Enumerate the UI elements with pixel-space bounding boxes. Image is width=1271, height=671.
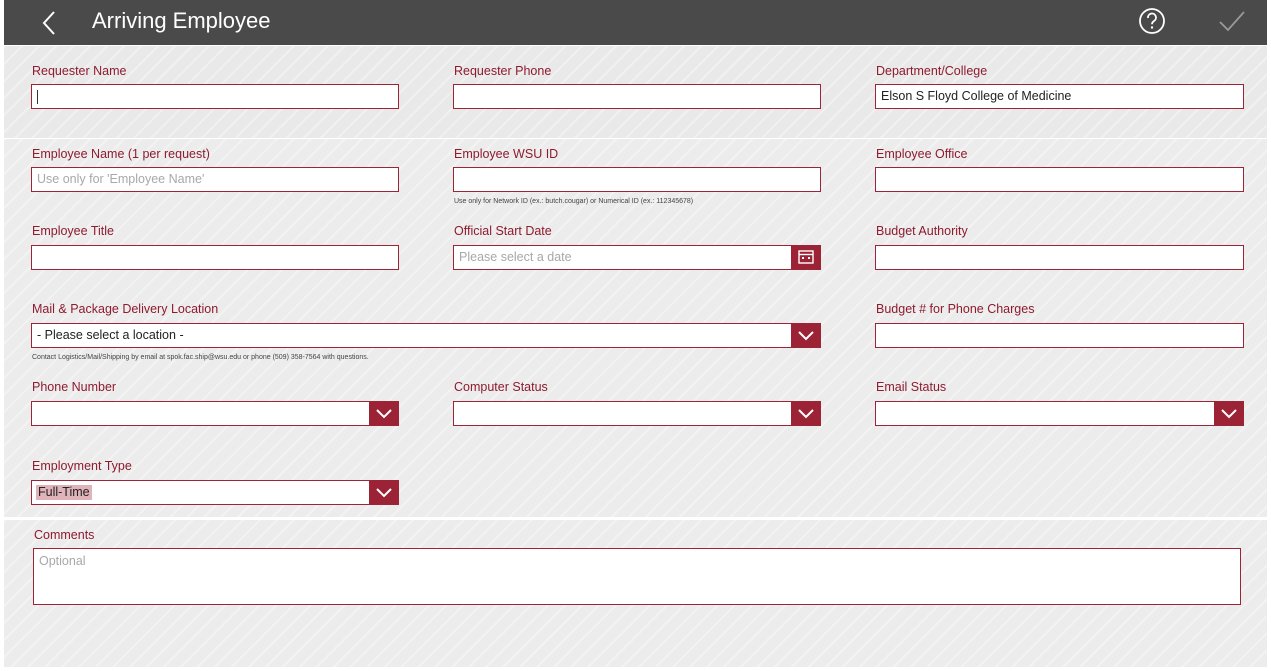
email-status-label: Email Status [876, 380, 947, 394]
calendar-icon [798, 250, 814, 264]
back-button[interactable] [34, 6, 68, 40]
employee-office-input[interactable] [875, 167, 1244, 192]
email-status-dropdown[interactable] [875, 401, 1244, 426]
requester-phone-input[interactable] [453, 84, 821, 109]
department-input[interactable]: Elson S Floyd College of Medicine [875, 84, 1244, 109]
budget-authority-label: Budget Authority [876, 224, 968, 238]
requester-name-label: Requester Name [32, 64, 127, 78]
chevron-down-icon [376, 409, 392, 419]
chevron-down-icon [1221, 409, 1237, 419]
budget-phone-label: Budget # for Phone Charges [876, 302, 1035, 316]
mail-location-label: Mail & Package Delivery Location [32, 302, 219, 316]
chevron-down-icon [798, 331, 814, 341]
mail-location-hint: Contact Logistics/Mail/Shipping by email… [32, 354, 369, 361]
checkmark-icon [1219, 11, 1245, 32]
email-status-dropdown-toggle[interactable] [1214, 402, 1243, 425]
employment-type-dropdown[interactable]: Full-Time [31, 480, 399, 505]
computer-status-dropdown-toggle[interactable] [791, 402, 820, 425]
chevron-left-icon [42, 11, 55, 35]
text-cursor [37, 89, 38, 104]
mail-location-dropdown[interactable]: - Please select a location - [31, 323, 821, 348]
employment-type-label: Employment Type [32, 459, 132, 473]
employee-title-input[interactable] [31, 245, 399, 270]
employee-name-input[interactable]: Use only for 'Employee Name' [31, 167, 399, 192]
official-start-date-label: Official Start Date [454, 224, 552, 238]
employee-wsu-id-hint: Use only for Network ID (ex.: butch.coug… [454, 198, 694, 205]
budget-authority-input[interactable] [875, 245, 1244, 270]
mail-location-dropdown-toggle[interactable] [791, 324, 820, 347]
employee-office-label: Employee Office [876, 147, 968, 161]
computer-status-label: Computer Status [454, 380, 548, 394]
budget-phone-input[interactable] [875, 323, 1244, 348]
page-title: Arriving Employee [92, 8, 271, 33]
comments-textarea[interactable]: Optional [33, 548, 1241, 605]
submit-button[interactable] [1216, 6, 1248, 36]
computer-status-dropdown[interactable] [453, 401, 821, 426]
chevron-down-icon [376, 488, 392, 498]
comments-label: Comments [34, 528, 95, 542]
date-picker-button[interactable] [791, 246, 820, 269]
employment-type-selected: Full-Time [36, 485, 92, 500]
official-start-date-input[interactable]: Please select a date [453, 245, 821, 270]
employee-name-label: Employee Name (1 per request) [32, 147, 210, 161]
employee-title-label: Employee Title [32, 224, 114, 238]
requester-name-input[interactable] [31, 84, 399, 109]
mail-location-selected: - Please select a location - [37, 328, 184, 342]
app-header: Arriving Employee [4, 0, 1267, 45]
employee-wsu-id-input[interactable] [453, 167, 821, 192]
phone-number-label: Phone Number [32, 380, 117, 394]
help-button[interactable] [1137, 6, 1167, 36]
employment-type-dropdown-toggle[interactable] [369, 481, 398, 504]
phone-number-dropdown[interactable] [31, 401, 399, 426]
employee-wsu-id-label: Employee WSU ID [454, 147, 559, 161]
help-circle-icon [1139, 8, 1165, 34]
department-label: Department/College [876, 64, 988, 78]
phone-number-dropdown-toggle[interactable] [369, 402, 398, 425]
requester-phone-label: Requester Phone [454, 64, 552, 78]
date-placeholder: Please select a date [459, 250, 572, 264]
chevron-down-icon [798, 409, 814, 419]
